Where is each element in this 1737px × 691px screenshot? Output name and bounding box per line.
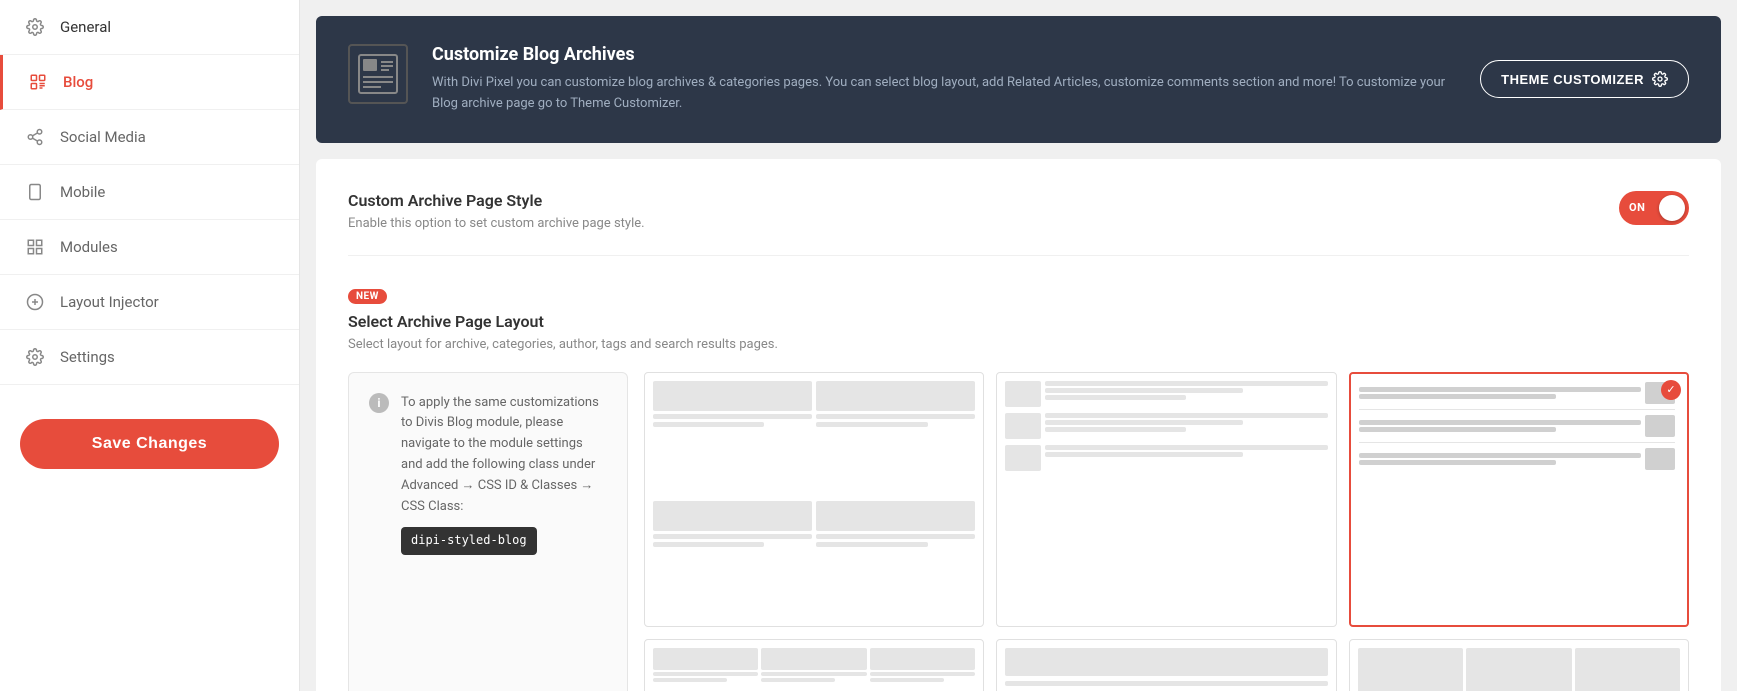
sidebar-item-layout-injector[interactable]: Layout Injector: [0, 275, 299, 330]
layout-option-1[interactable]: [644, 372, 984, 627]
layout-injector-icon: [24, 291, 46, 313]
gear-icon: [24, 16, 46, 38]
info-box: i To apply the same customizations to Di…: [348, 372, 628, 691]
layout-option-2[interactable]: [996, 372, 1336, 627]
sidebar-item-modules-label: Modules: [60, 238, 118, 256]
banner-title: Customize Blog Archives: [432, 44, 1456, 65]
info-icon: i: [369, 393, 389, 413]
layout-section-title: Select Archive Page Layout: [348, 312, 1689, 331]
blog-icon: [27, 71, 49, 93]
main-content: Customize Blog Archives With Divi Pixel …: [300, 0, 1737, 691]
layout-grid: ✓: [644, 372, 1689, 691]
toggle-label-group: Custom Archive Page Style Enable this op…: [348, 191, 645, 231]
sidebar-item-blog[interactable]: Blog: [0, 55, 299, 110]
sidebar-item-mobile[interactable]: Mobile: [0, 165, 299, 220]
banner-text: Customize Blog Archives With Divi Pixel …: [432, 44, 1456, 115]
mobile-icon: [24, 181, 46, 203]
sidebar-item-social-label: Social Media: [60, 128, 146, 146]
css-class-badge: dipi-styled-blog: [401, 527, 537, 554]
layout-section: NEW Select Archive Page Layout Select la…: [348, 284, 1689, 691]
layout-option-5[interactable]: [996, 639, 1336, 691]
sidebar-item-general[interactable]: General: [0, 0, 299, 55]
custom-archive-title: Custom Archive Page Style: [348, 191, 645, 210]
banner-icon: [348, 44, 408, 104]
layout-content: i To apply the same customizations to Di…: [348, 372, 1689, 691]
info-text: To apply the same customizations to Divi…: [401, 393, 607, 555]
layout-section-desc: Select layout for archive, categories, a…: [348, 337, 1689, 352]
custom-archive-toggle[interactable]: ON: [1619, 191, 1689, 225]
custom-archive-toggle-row: Custom Archive Page Style Enable this op…: [348, 191, 1689, 256]
sidebar-item-social-media[interactable]: Social Media: [0, 110, 299, 165]
social-media-icon: [24, 126, 46, 148]
toggle-on-label: ON: [1629, 201, 1645, 214]
save-btn-wrapper: Save Changes: [0, 395, 299, 493]
content-card: Custom Archive Page Style Enable this op…: [316, 159, 1721, 691]
layout-option-3[interactable]: ✓: [1349, 372, 1689, 627]
theme-customizer-button[interactable]: THEME CUSTOMIZER: [1480, 60, 1689, 98]
selected-checkmark: ✓: [1661, 380, 1681, 400]
new-badge: NEW: [348, 289, 387, 304]
toggle-thumb: [1659, 195, 1685, 221]
save-button[interactable]: Save Changes: [20, 419, 279, 469]
settings-icon: [24, 346, 46, 368]
sidebar-item-mobile-label: Mobile: [60, 183, 105, 201]
sidebar-item-settings-label: Settings: [60, 348, 115, 366]
banner-description: With Divi Pixel you can customize blog a…: [432, 73, 1456, 115]
layout-option-6[interactable]: [1349, 639, 1689, 691]
sidebar: General Blog Social Media: [0, 0, 300, 691]
modules-icon: [24, 236, 46, 258]
sidebar-item-general-label: General: [60, 18, 111, 36]
custom-archive-desc: Enable this option to set custom archive…: [348, 216, 645, 231]
sidebar-item-settings[interactable]: Settings: [0, 330, 299, 385]
sidebar-item-layout-label: Layout Injector: [60, 293, 159, 311]
blog-banner: Customize Blog Archives With Divi Pixel …: [316, 16, 1721, 143]
info-box-content: i To apply the same customizations to Di…: [369, 393, 607, 555]
sidebar-item-modules[interactable]: Modules: [0, 220, 299, 275]
sidebar-item-blog-label: Blog: [63, 73, 93, 91]
layout-option-4[interactable]: [644, 639, 984, 691]
